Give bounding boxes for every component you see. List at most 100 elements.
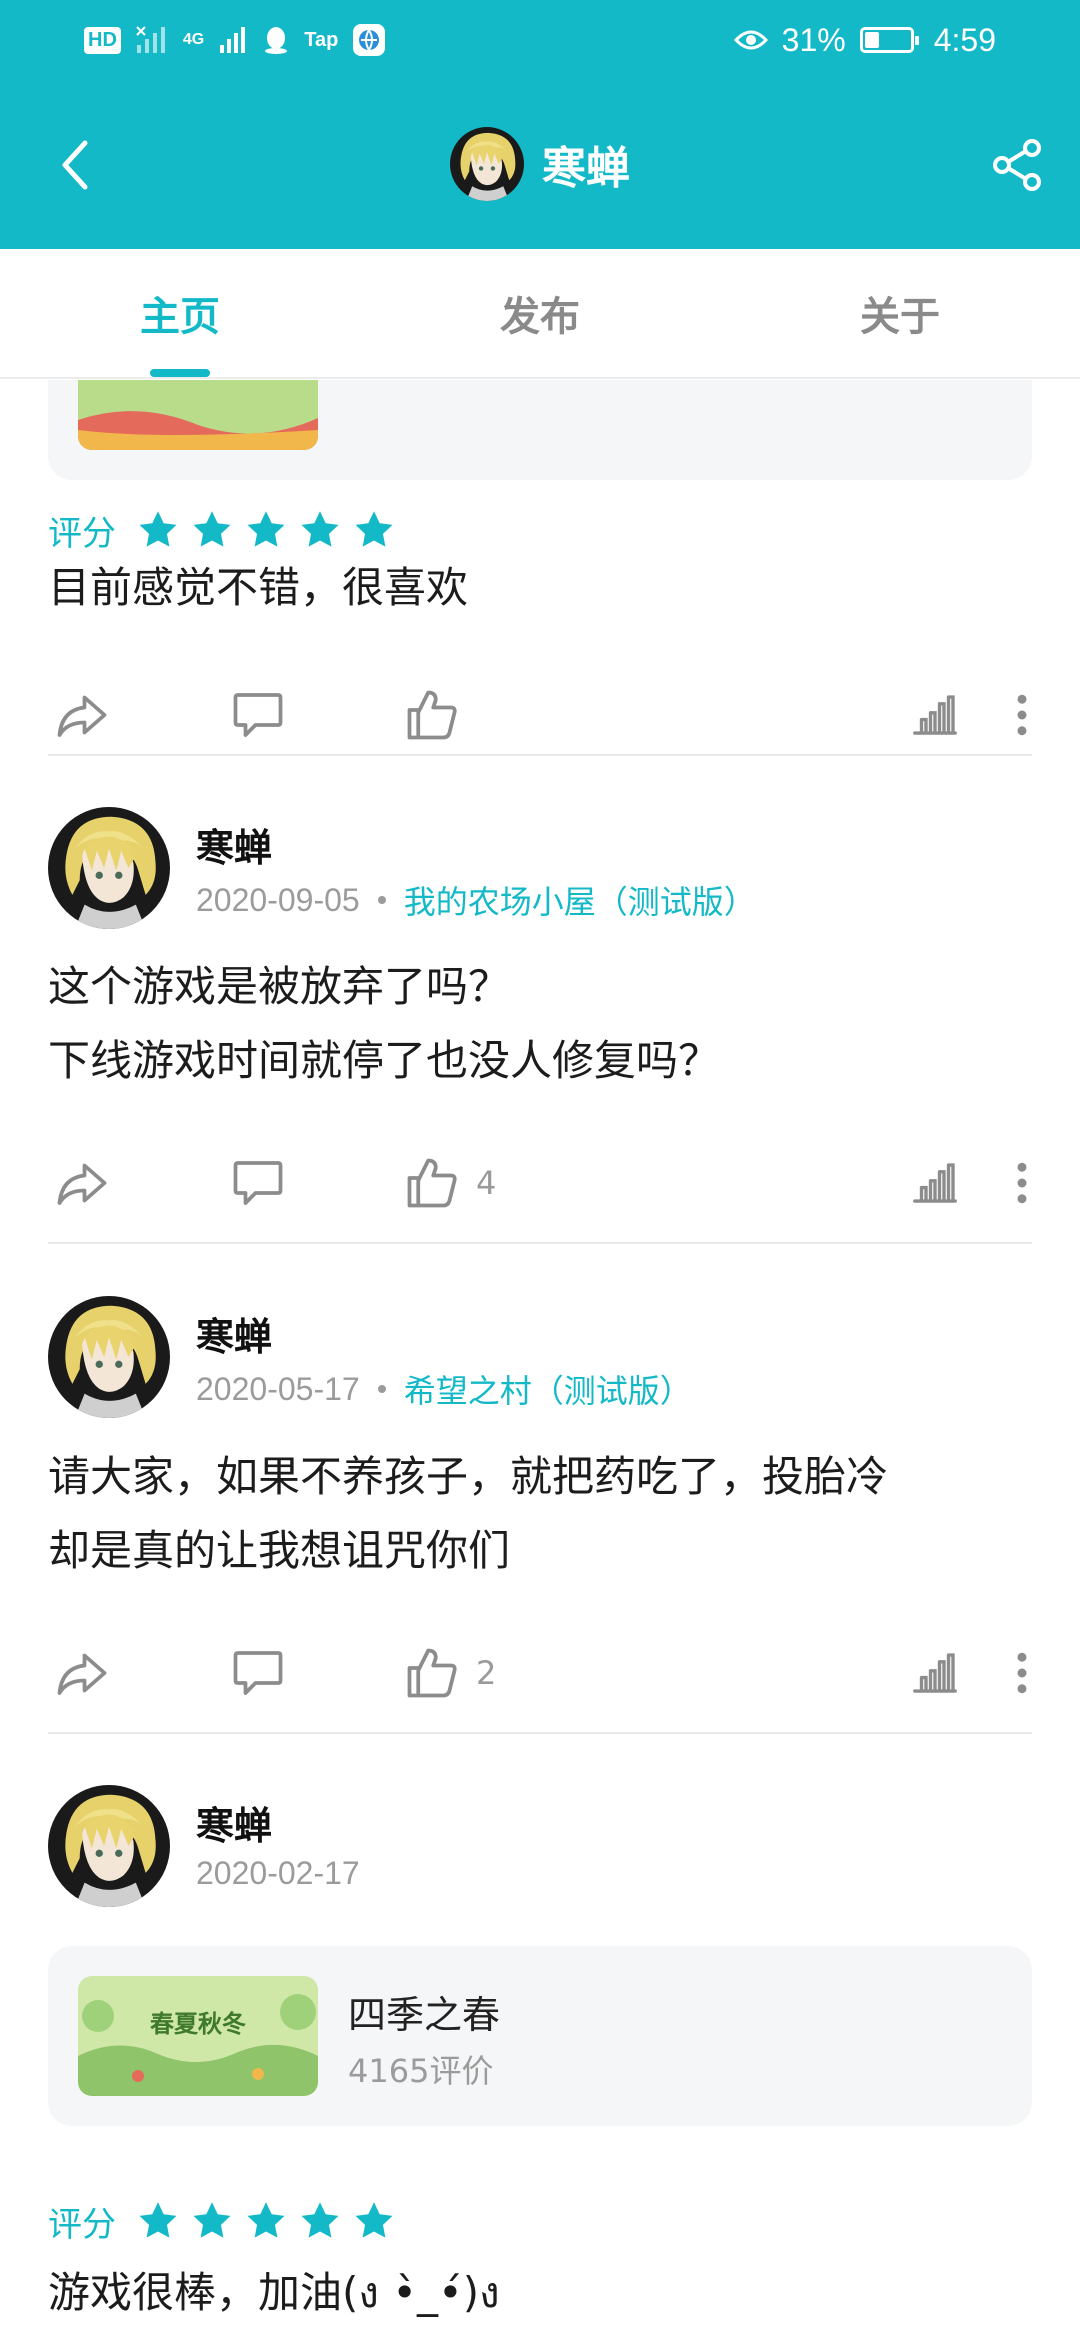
battery-percent: 31% bbox=[781, 21, 846, 58]
game-card-partial[interactable] bbox=[48, 380, 1032, 480]
more-button[interactable] bbox=[1012, 680, 1032, 750]
star-icon bbox=[298, 508, 342, 552]
like-count: 4 bbox=[476, 1164, 497, 1202]
share-icon bbox=[993, 139, 1041, 191]
post-text-line: 请大家，如果不养孩子，就把药吃了，投胎冷 bbox=[48, 1452, 889, 1501]
share-button[interactable] bbox=[982, 130, 1052, 200]
page-title: 寒蝉 bbox=[542, 143, 630, 194]
post-text: 游戏很棒，加油(ง •̀_•́)ง bbox=[48, 2268, 500, 2317]
post-text: 这个游戏是被放弃了吗？ 下线游戏时间就停了也没人修复吗？ bbox=[48, 950, 720, 1098]
rating-stars bbox=[136, 508, 396, 552]
forward-icon bbox=[52, 1643, 112, 1703]
clock: 4:59 bbox=[933, 21, 996, 58]
eye-icon bbox=[733, 30, 768, 50]
separator-dot bbox=[377, 896, 386, 904]
post-author: 寒蝉 2020-02-17 bbox=[48, 1785, 1032, 1915]
game-thumbnail bbox=[78, 380, 318, 450]
avatar[interactable] bbox=[450, 127, 524, 201]
like-button[interactable] bbox=[402, 680, 462, 750]
star-icon bbox=[244, 2199, 288, 2243]
game-thumbnail: 春夏秋冬 bbox=[78, 1976, 318, 2096]
status-bar: HD 4G Tap 31% 4:59 bbox=[0, 0, 1080, 80]
star-icon bbox=[352, 508, 396, 552]
divider bbox=[48, 1732, 1032, 1734]
star-icon bbox=[136, 508, 180, 552]
post-actions bbox=[0, 680, 1080, 750]
share-action-button[interactable] bbox=[52, 1148, 112, 1218]
rating-row: 评分 bbox=[48, 2191, 396, 2251]
stats-button[interactable] bbox=[908, 680, 962, 750]
game-link[interactable]: 希望之村（测试版） bbox=[404, 1366, 692, 1412]
forward-icon bbox=[52, 685, 112, 745]
star-icon bbox=[190, 508, 234, 552]
signal-strength-icon bbox=[220, 27, 246, 53]
author-name[interactable]: 寒蝉 bbox=[196, 817, 272, 872]
thumbs-up-icon bbox=[402, 1153, 462, 1213]
stats-icon bbox=[908, 1156, 962, 1210]
avatar[interactable] bbox=[48, 807, 170, 929]
post-date: 2020-09-05 bbox=[196, 881, 360, 918]
rating-stars bbox=[136, 2199, 396, 2243]
hd-voice-badge: HD bbox=[84, 26, 121, 54]
browser-icon bbox=[353, 24, 386, 56]
thumbs-up-icon bbox=[402, 1643, 462, 1703]
post-date: 2020-05-17 bbox=[196, 1370, 360, 1407]
more-vertical-icon bbox=[1012, 688, 1032, 742]
avatar[interactable] bbox=[48, 1296, 170, 1418]
comment-icon bbox=[228, 1153, 288, 1213]
comment-icon bbox=[228, 1643, 288, 1703]
post-text: 请大家，如果不养孩子，就把药吃了，投胎冷 却是真的让我想诅咒你们 bbox=[48, 1440, 888, 1588]
star-icon bbox=[190, 2199, 234, 2243]
game-review-count: 4165评价 bbox=[348, 2052, 494, 2090]
comment-icon bbox=[228, 685, 288, 745]
stats-button[interactable] bbox=[908, 1148, 962, 1218]
star-icon bbox=[352, 2199, 396, 2243]
more-button[interactable] bbox=[1012, 1638, 1032, 1708]
post-author: 寒蝉 2020-05-17 希望之村（测试版） bbox=[48, 1296, 1032, 1426]
post-actions: 2 bbox=[0, 1638, 1080, 1708]
post-text-line: 这个游戏是被放弃了吗？ bbox=[48, 962, 511, 1011]
battery-icon bbox=[859, 27, 919, 53]
game-card[interactable]: 春夏秋冬 四季之春 4165评价 bbox=[48, 1946, 1032, 2126]
thumbs-up-icon bbox=[402, 685, 462, 745]
tab-about[interactable]: 关于 bbox=[720, 249, 1080, 377]
post-author: 寒蝉 2020-09-05 我的农场小屋（测试版） bbox=[48, 807, 1032, 937]
author-name[interactable]: 寒蝉 bbox=[196, 1795, 272, 1850]
divider bbox=[48, 1242, 1032, 1244]
stats-button[interactable] bbox=[908, 1638, 962, 1708]
stats-icon bbox=[908, 1646, 962, 1700]
game-link[interactable]: 我的农场小屋（测试版） bbox=[404, 877, 756, 923]
share-action-button[interactable] bbox=[52, 1638, 112, 1708]
share-action-button[interactable] bbox=[52, 680, 112, 750]
stats-icon bbox=[908, 688, 962, 742]
separator-dot bbox=[377, 1385, 386, 1393]
tab-posts[interactable]: 发布 bbox=[360, 249, 720, 377]
nav-bar: 寒蝉 bbox=[0, 105, 1080, 225]
post-text-line: 却是真的让我想诅咒你们 bbox=[48, 1526, 511, 1575]
author-name[interactable]: 寒蝉 bbox=[196, 1306, 272, 1361]
more-button[interactable] bbox=[1012, 1148, 1032, 1218]
app-header: HD 4G Tap 31% 4:59 寒蝉 bbox=[0, 0, 1080, 249]
avatar[interactable] bbox=[48, 1785, 170, 1907]
tab-home[interactable]: 主页 bbox=[0, 249, 360, 377]
like-button[interactable]: 2 bbox=[402, 1638, 496, 1708]
post-date: 2020-02-17 bbox=[196, 1855, 360, 1891]
game-banner-text: 春夏秋冬 bbox=[150, 2010, 246, 2038]
comment-button[interactable] bbox=[228, 1638, 288, 1708]
comment-button[interactable] bbox=[228, 680, 288, 750]
profile-header: 寒蝉 bbox=[0, 127, 1080, 201]
like-count: 2 bbox=[476, 1654, 497, 1692]
comment-button[interactable] bbox=[228, 1148, 288, 1218]
post-text: 目前感觉不错，很喜欢 bbox=[48, 563, 469, 612]
post-feed: 评分 目前感觉不错，很喜欢 寒蝉 2020-09-05 我的农场小屋（测试版） … bbox=[0, 380, 1080, 2340]
signal-icon bbox=[136, 26, 165, 53]
post-text-line: 下线游戏时间就停了也没人修复吗？ bbox=[48, 1036, 721, 1085]
like-button[interactable]: 4 bbox=[402, 1148, 496, 1218]
tab-bar: 主页 发布 关于 bbox=[0, 249, 1080, 379]
network-type-label: 4G bbox=[182, 31, 205, 48]
game-name: 四季之春 bbox=[348, 1993, 501, 2037]
star-icon bbox=[136, 2199, 180, 2243]
post-actions: 4 bbox=[0, 1148, 1080, 1218]
forward-icon bbox=[52, 1153, 112, 1213]
rating-label: 评分 bbox=[48, 513, 116, 554]
